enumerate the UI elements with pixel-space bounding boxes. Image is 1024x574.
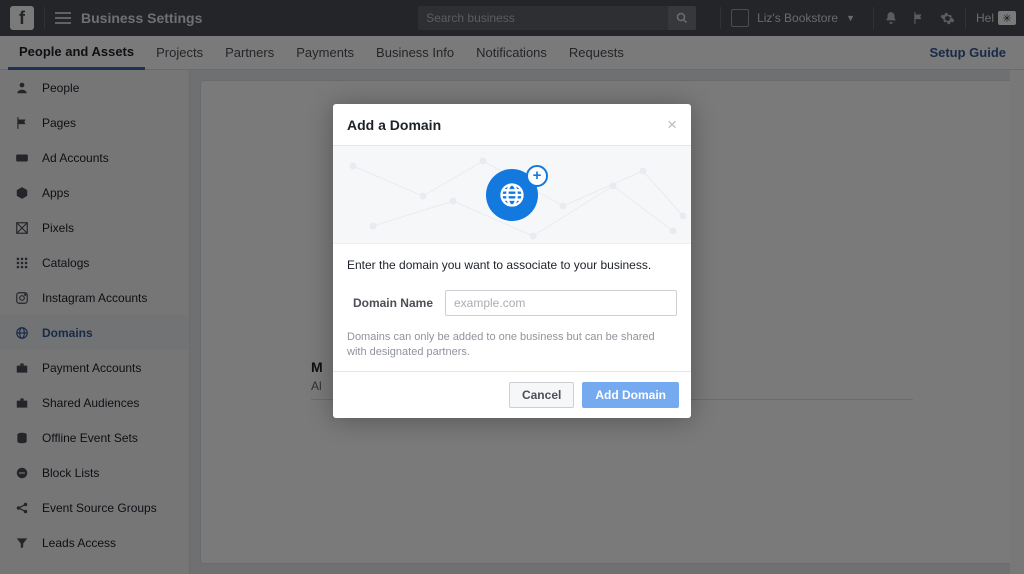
modal-message: Enter the domain you want to associate t… <box>347 258 677 272</box>
globe-icon <box>498 181 526 209</box>
modal-overlay: Add a Domain × + Enter the domain you wa… <box>0 0 1024 574</box>
cancel-button[interactable]: Cancel <box>509 382 574 408</box>
modal-hero: + <box>333 146 691 244</box>
close-icon[interactable]: × <box>667 116 677 133</box>
modal-note: Domains can only be added to one busines… <box>347 330 677 361</box>
modal-footer: Cancel Add Domain <box>333 371 691 418</box>
globe-badge: + <box>486 169 538 221</box>
domain-name-input[interactable] <box>445 290 677 316</box>
domain-name-row: Domain Name <box>347 290 677 316</box>
add-domain-modal: Add a Domain × + Enter the domain you wa… <box>333 104 691 418</box>
plus-icon: + <box>526 165 548 187</box>
modal-header: Add a Domain × <box>333 104 691 146</box>
modal-title: Add a Domain <box>347 117 441 133</box>
modal-body: Enter the domain you want to associate t… <box>333 244 691 371</box>
domain-name-label: Domain Name <box>347 296 433 310</box>
add-domain-button[interactable]: Add Domain <box>582 382 679 408</box>
